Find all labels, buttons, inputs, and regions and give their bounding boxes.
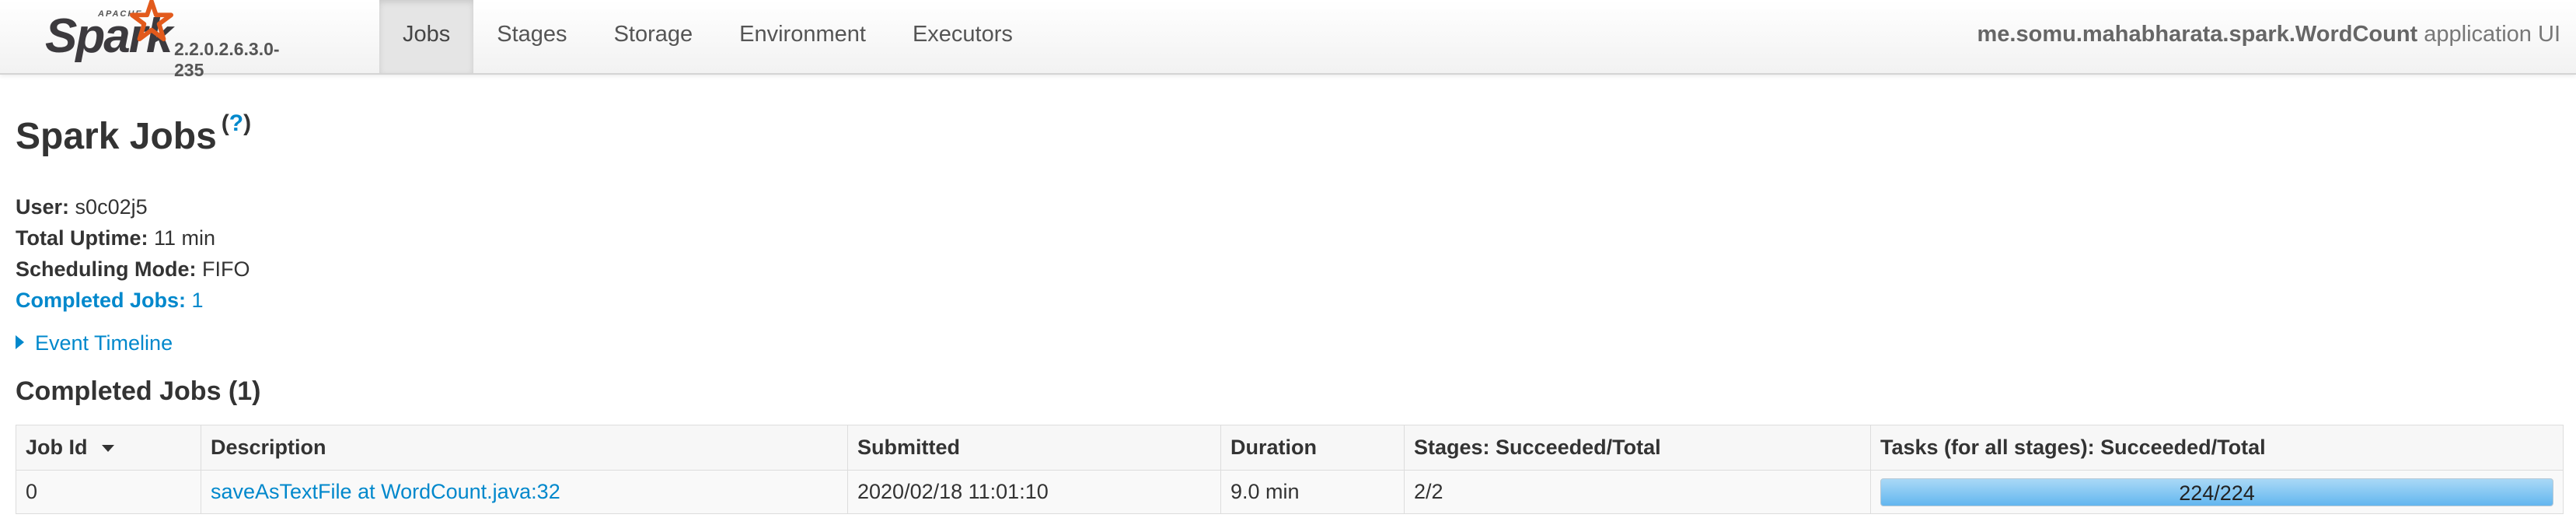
tasks-progress-bar: 224/224 [1880, 478, 2553, 506]
nav-tabs: Jobs Stages Storage Environment Executor… [379, 0, 1036, 73]
header-stages[interactable]: Stages: Succeeded/Total [1404, 425, 1871, 471]
app-title-suffix: application UI [2424, 22, 2560, 47]
spark-version: 2.2.0.2.6.3.0-235 [174, 39, 280, 80]
summary-scheduling-mode: Scheduling Mode: FIFO [16, 254, 250, 285]
app-title: me.somu.mahabharata.spark.WordCount appl… [1977, 0, 2560, 73]
cell-description: saveAsTextFile at WordCount.java:32 [201, 470, 848, 514]
completed-jobs-link[interactable]: Completed Jobs: [16, 289, 186, 312]
header-submitted[interactable]: Submitted [847, 425, 1221, 471]
help-tooltip: (?) [222, 110, 251, 136]
expand-arrow-icon [16, 334, 24, 349]
help-open-paren: ( [221, 110, 229, 136]
summary-uptime: Total Uptime: 11 min [16, 222, 250, 254]
header-description[interactable]: Description [201, 425, 848, 471]
cell-submitted: 2020/02/18 11:01:10 [847, 470, 1221, 514]
header-job-id[interactable]: Job Id [16, 425, 201, 471]
cell-tasks: 224/224 [1870, 470, 2564, 514]
header-job-id-label: Job Id [26, 436, 88, 459]
header-tasks[interactable]: Tasks (for all stages): Succeeded/Total [1870, 425, 2564, 471]
user-value: s0c02j5 [75, 195, 148, 219]
job-summary: User: s0c02j5 Total Uptime: 11 min Sched… [16, 191, 250, 316]
uptime-label: Total Uptime: [16, 226, 148, 250]
spark-logo[interactable]: APACHE Spark 2.2.0.2.6.3.0-235 [44, 0, 280, 80]
tab-jobs[interactable]: Jobs [379, 0, 474, 73]
table-header-row: Job Id Description Submitted Duration St… [16, 425, 2564, 471]
tab-stages[interactable]: Stages [473, 0, 590, 73]
tasks-progress-label: 224/224 [2179, 481, 2255, 505]
completed-jobs-table: Job Id Description Submitted Duration St… [16, 425, 2564, 514]
sort-desc-icon [101, 445, 114, 453]
tab-executors[interactable]: Executors [889, 0, 1036, 73]
scheduling-mode-label: Scheduling Mode: [16, 257, 197, 281]
tab-storage[interactable]: Storage [591, 0, 717, 73]
completed-jobs-heading: Completed Jobs (1) [16, 376, 261, 406]
app-name: me.somu.mahabharata.spark.WordCount [1977, 22, 2418, 47]
help-close-paren: ) [243, 110, 252, 136]
summary-user: User: s0c02j5 [16, 191, 250, 222]
event-timeline-toggle[interactable]: Event Timeline [16, 331, 173, 355]
uptime-value: 11 min [154, 226, 216, 250]
event-timeline-label: Event Timeline [35, 331, 173, 355]
cell-stages: 2/2 [1404, 470, 1871, 514]
user-label: User: [16, 195, 70, 219]
table-row: 0 saveAsTextFile at WordCount.java:32 20… [16, 470, 2564, 514]
page-title: Spark Jobs (?) [16, 110, 251, 158]
page-title-text: Spark Jobs [16, 116, 217, 157]
help-question-icon[interactable]: ? [229, 110, 243, 136]
spark-star-icon [129, 0, 174, 42]
job-description-link[interactable]: saveAsTextFile at WordCount.java:32 [211, 480, 560, 503]
tab-environment[interactable]: Environment [716, 0, 889, 73]
summary-completed-jobs: Completed Jobs: 1 [16, 285, 250, 316]
cell-duration: 9.0 min [1220, 470, 1405, 514]
completed-jobs-value: 1 [191, 289, 204, 312]
cell-job-id: 0 [16, 470, 201, 514]
scheduling-mode-value: FIFO [202, 257, 250, 281]
top-navbar: APACHE Spark 2.2.0.2.6.3.0-235 Jobs Stag… [0, 0, 2576, 80]
header-duration[interactable]: Duration [1220, 425, 1405, 471]
